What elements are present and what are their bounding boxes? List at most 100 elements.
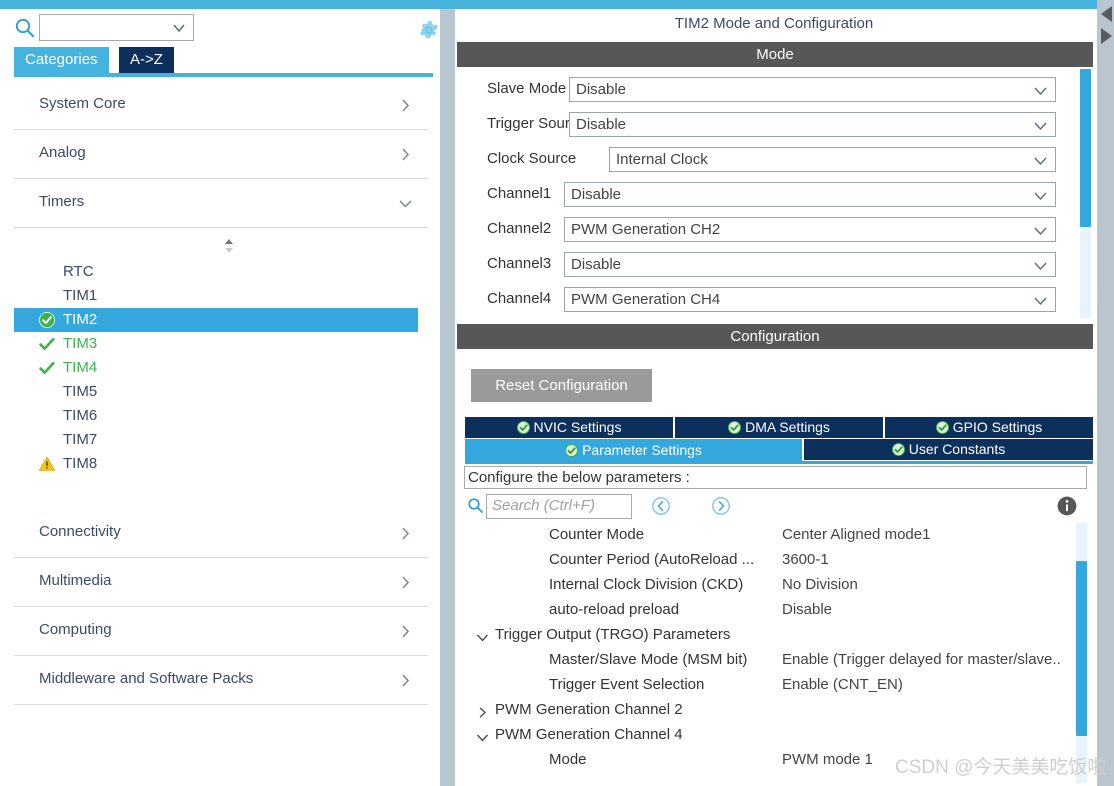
param-row-counter-period[interactable]: Counter Period (AutoReload ... 3600-1 [464,548,1079,573]
param-value: No Division [782,576,858,593]
peripheral-item-tim5[interactable]: TIM5 [14,380,418,404]
peripheral-item-rtc[interactable]: RTC [14,260,418,284]
tab-parameter-settings[interactable]: Parameter Settings [465,439,802,461]
reset-configuration-button[interactable]: Reset Configuration [471,369,652,402]
peripheral-item-tim2[interactable]: TIM2 [14,308,418,332]
param-value: PWM mode 1 [782,751,873,768]
field-label: Slave Mode [487,80,567,97]
clock-source-dropdown[interactable]: Internal Clock [609,147,1056,172]
peripheral-item-tim1[interactable]: TIM1 [14,284,418,308]
channel4-dropdown[interactable]: PWM Generation CH4 [564,287,1056,312]
param-row-auto-reload-preload[interactable]: auto-reload preload Disable [464,598,1079,623]
mode-section-header: Mode [457,42,1093,67]
info-icon[interactable] [1056,495,1078,517]
panel-splitter-handle[interactable] [443,9,452,786]
sidebar-item-system-core[interactable]: System Core [14,81,428,130]
slave-mode-dropdown[interactable]: Disable [569,77,1056,102]
parameter-toolbar: Search (Ctrl+F) [464,491,1087,523]
channel3-dropdown[interactable]: Disable [564,252,1056,277]
trigger-source-dropdown[interactable]: Disable [569,112,1056,137]
field-value: Internal Clock [616,151,708,168]
param-value: Disable [782,601,833,618]
tab-underline [14,73,440,77]
sidebar-item-multimedia[interactable]: Multimedia [14,558,428,607]
param-name: Mode [549,751,587,768]
peripheral-item-tim6[interactable]: TIM6 [14,404,418,428]
component-tree-panel: Categories A->Z System Core Analog Timer… [0,9,440,786]
sidebar-item-label: Analog [39,144,86,161]
chevron-down-icon [1033,119,1048,131]
parameter-tree: Counter Mode Center Aligned mode1 Counte… [464,523,1087,783]
chevron-down-icon [1033,259,1048,271]
chevron-right-icon[interactable] [476,705,489,718]
param-group-trigger-output-trgo-parameters[interactable]: Trigger Output (TRGO) Parameters [464,623,1079,648]
sort-arrows-icon[interactable] [220,237,238,255]
page-title: TIM2 Mode and Configuration [455,9,1093,39]
param-value: 3600-1 [782,551,829,568]
cubemx-window: Categories A->Z System Core Analog Timer… [0,0,1114,786]
channel1-dropdown[interactable]: Disable [564,182,1056,207]
panel-collapse-arrows[interactable] [1098,4,1114,48]
mode-scrollbar-thumb[interactable] [1080,69,1091,227]
timers-peripheral-list: RTC TIM1 TIM2 TIM3 TIM4 TIM5 TIM6 TIM7 T… [14,228,428,508]
top-accent-bar [0,0,1114,9]
configuration-section-body: Reset Configuration NVIC Settings DMA Se… [457,349,1093,786]
param-group-name: PWM Generation Channel 2 [495,701,683,718]
check-badge-icon [565,441,579,457]
peripheral-item-tim7[interactable]: TIM7 [14,428,418,452]
chevron-right-circle-icon[interactable] [711,496,731,516]
chevron-down-icon [1033,189,1048,201]
peripheral-item-tim3[interactable]: TIM3 [14,332,418,356]
peripheral-label: TIM1 [63,287,98,304]
check-icon [38,335,56,353]
parameter-scrollbar-track[interactable] [1076,523,1087,783]
tab-user-constants[interactable]: User Constants [804,439,1093,460]
search-icon [467,497,484,514]
chevron-left-circle-icon[interactable] [651,496,671,516]
tab-label: GPIO Settings [952,419,1043,435]
chevron-down-icon[interactable] [476,730,489,742]
component-search-combo[interactable] [39,14,194,41]
param-row-trigger-event-selection[interactable]: Trigger Event Selection Enable (CNT_EN) [464,673,1079,698]
param-group-pwm-generation-channel-2[interactable]: PWM Generation Channel 2 [464,698,1079,723]
param-value: Enable (Trigger delayed for master/slave… [782,651,1061,668]
right-edge-strip [1097,0,1114,786]
field-value: PWM Generation CH4 [571,291,721,308]
panel-splitter[interactable] [440,9,455,786]
channel2-dropdown[interactable]: PWM Generation CH2 [564,217,1056,242]
param-row-counter-mode[interactable]: Counter Mode Center Aligned mode1 [464,523,1079,548]
config-tabs-row-1: NVIC Settings DMA Settings GPIO Settings [465,417,1093,438]
sidebar-item-timers[interactable]: Timers [14,179,428,228]
tab-categories[interactable]: Categories [14,47,109,73]
chevron-down-icon [1033,294,1048,306]
sidebar-item-middleware-and-software-packs[interactable]: Middleware and Software Packs [14,656,428,705]
param-name: Trigger Event Selection [549,676,705,693]
tab-dma-settings[interactable]: DMA Settings [675,417,883,438]
tab-gpio-settings[interactable]: GPIO Settings [885,417,1093,438]
field-value: Disable [571,186,622,203]
chevron-down-icon[interactable] [476,630,489,642]
parameter-search-input[interactable]: Search (Ctrl+F) [486,494,632,519]
peripheral-label: TIM3 [63,335,98,352]
chevron-down-icon [171,20,187,36]
left-panel-scrollbar[interactable] [433,55,440,785]
param-name: Master/Slave Mode (MSM bit) [549,651,748,668]
param-name: Internal Clock Division (CKD) [549,576,744,593]
peripheral-item-tim4[interactable]: TIM4 [14,356,418,380]
parameter-scrollbar-thumb[interactable] [1076,561,1087,736]
mode-scrollbar-track[interactable] [1080,69,1091,318]
param-row-internal-clock-division[interactable]: Internal Clock Division (CKD) No Divisio… [464,573,1079,598]
field-value: PWM Generation CH2 [571,221,721,238]
sidebar-item-connectivity[interactable]: Connectivity [14,509,428,558]
param-row-master-slave-mode[interactable]: Master/Slave Mode (MSM bit) Enable (Trig… [464,648,1079,673]
tab-a-to-z[interactable]: A->Z [119,47,174,73]
peripheral-item-tim8[interactable]: TIM8 [14,452,418,476]
sidebar-item-analog[interactable]: Analog [14,130,428,179]
sidebar-item-label: Multimedia [39,572,112,589]
category-list-lower: Connectivity Multimedia Computing Middle… [14,509,428,705]
sidebar-item-computing[interactable]: Computing [14,607,428,656]
gear-icon[interactable] [418,19,440,41]
chevron-down-icon [1033,154,1048,166]
param-group-pwm-generation-channel-4[interactable]: PWM Generation Channel 4 [464,723,1079,748]
tab-nvic-settings[interactable]: NVIC Settings [465,417,673,438]
